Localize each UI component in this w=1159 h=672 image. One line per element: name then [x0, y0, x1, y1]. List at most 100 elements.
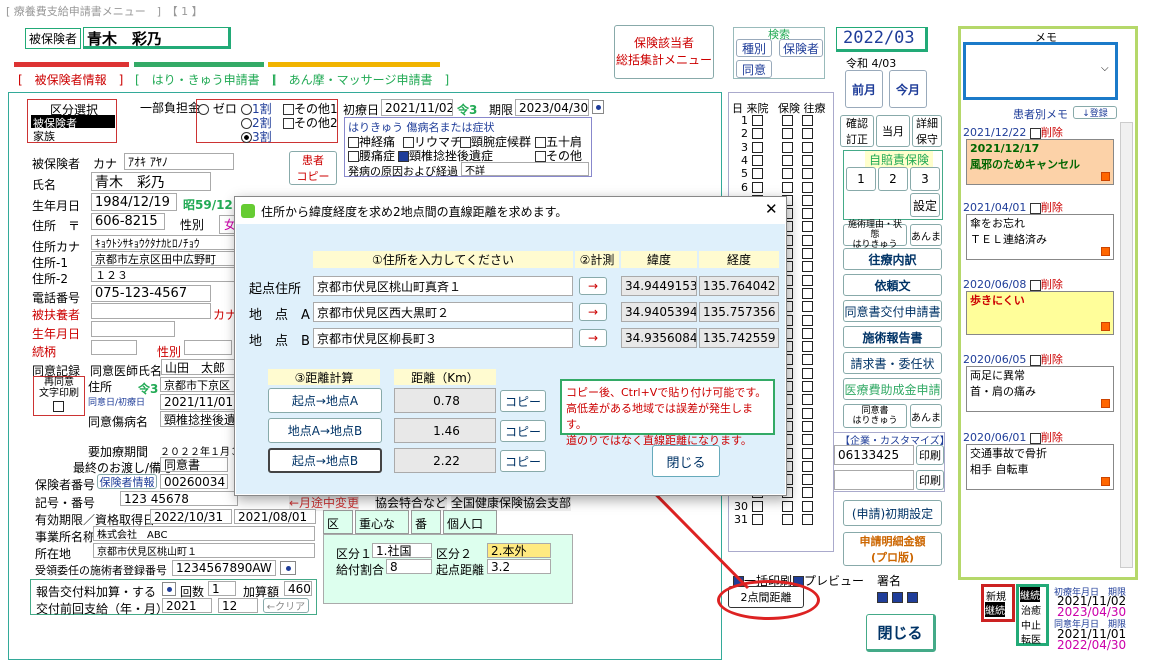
transfer-label[interactable]: 転医: [1021, 631, 1041, 646]
relation-select[interactable]: [91, 340, 137, 355]
day-checkbox[interactable]: [802, 341, 813, 353]
day-checkbox[interactable]: [802, 128, 813, 140]
day-checkbox[interactable]: [782, 115, 793, 126]
day-checkbox[interactable]: [802, 234, 813, 246]
continue2-label[interactable]: 継続: [1020, 587, 1040, 602]
insurer-no-field[interactable]: 00260034: [160, 474, 228, 489]
prev-month-button[interactable]: 前月: [845, 70, 883, 108]
name-field[interactable]: 青木 彩乃: [91, 172, 211, 191]
sign-checkbox-2[interactable]: [891, 592, 903, 603]
print-button-2[interactable]: 印刷: [916, 470, 944, 490]
memo-delete[interactable]: 削除: [1041, 126, 1063, 139]
consent-date-field[interactable]: 2021/11/01: [160, 394, 236, 410]
address-kana-field[interactable]: ｷｮｳﾄｼｻｷｮｳｸﾀﾅｶﾋﾛﾉﾁｮｳ: [91, 235, 235, 250]
initial-setting-button[interactable]: (申請)初期設定: [843, 500, 942, 526]
valid-field-1[interactable]: 2022/10/31: [150, 509, 232, 524]
day-checkbox[interactable]: [802, 434, 813, 446]
cat2-select[interactable]: 2.本外: [487, 543, 551, 558]
confirm-button[interactable]: 確認 訂正: [840, 115, 874, 147]
subtab-kubun[interactable]: 区分: [323, 510, 353, 548]
final-select[interactable]: 同意書: [160, 457, 228, 472]
day-checkbox[interactable]: [802, 487, 813, 499]
memo-item[interactable]: 歩きにくい: [966, 291, 1114, 335]
burden-3[interactable]: 3割: [252, 130, 272, 144]
measure-button[interactable]: →: [579, 303, 607, 321]
memo-delete[interactable]: 削除: [1041, 353, 1063, 366]
day-checkbox[interactable]: [782, 181, 793, 193]
day-checkbox[interactable]: [802, 274, 813, 286]
day-checkbox[interactable]: [802, 407, 813, 419]
day-checkbox[interactable]: [802, 154, 813, 166]
count-select[interactable]: 1: [208, 581, 236, 596]
day-checkbox[interactable]: [802, 261, 813, 273]
day-checkbox[interactable]: [802, 194, 813, 206]
valid-field-2[interactable]: 2021/08/01: [234, 509, 316, 524]
zip-field[interactable]: 606-8215: [91, 213, 165, 230]
reconsent-checkbox[interactable]: [53, 401, 64, 412]
day-checkbox[interactable]: [782, 514, 793, 525]
insurer-summary-button[interactable]: 保険該当者 総括集計メニュー: [614, 25, 714, 79]
day-checkbox[interactable]: [802, 208, 813, 220]
fuyo-field[interactable]: [91, 303, 211, 319]
day-checkbox[interactable]: [802, 314, 813, 326]
practitioner-field[interactable]: 1234567890AW: [172, 560, 276, 576]
day-checkbox[interactable]: [802, 221, 813, 233]
stop-label[interactable]: 中止: [1021, 617, 1041, 632]
birth2-field[interactable]: [91, 321, 175, 337]
print-button-1[interactable]: 印刷: [916, 445, 944, 465]
day-checkbox[interactable]: [802, 420, 813, 432]
day-checkbox[interactable]: [802, 327, 813, 339]
measure-button[interactable]: →: [579, 277, 607, 295]
memo-edit-icon[interactable]: [1101, 172, 1110, 181]
day-checkbox[interactable]: [752, 168, 763, 180]
day-checkbox[interactable]: [802, 447, 813, 459]
location-field[interactable]: 京都市伏見区桃山町１: [93, 543, 315, 558]
period-field[interactable]: 2023/04/30: [515, 99, 589, 116]
memo-item[interactable]: 傘をお忘れ ＴＥＬ連絡済み: [966, 214, 1114, 260]
tab-hari-kyu[interactable]: [ はり・きゅう申請書 ]: [135, 71, 276, 88]
iryohi-button[interactable]: 医療費助成金申請: [843, 378, 942, 400]
day-checkbox[interactable]: [802, 514, 813, 525]
memo-delete-checkbox[interactable]: [1029, 354, 1041, 366]
day-checkbox[interactable]: [752, 154, 763, 166]
tab-insured-info[interactable]: [ 被保険者情報 ]: [18, 71, 123, 88]
copy-button[interactable]: コピー: [500, 390, 546, 412]
day-checkbox[interactable]: [802, 367, 813, 379]
day-checkbox[interactable]: [802, 301, 813, 313]
day-checkbox[interactable]: [802, 115, 813, 126]
new-label[interactable]: 新規: [986, 588, 1006, 603]
memo-edit-icon[interactable]: [1101, 247, 1110, 256]
memo-dropdown-icon[interactable]: ⌵: [1101, 63, 1109, 74]
doui-button[interactable]: 同意書交付申請書: [843, 300, 942, 322]
memo-delete[interactable]: 削除: [1041, 201, 1063, 214]
memo-item[interactable]: 交通事故で骨折 相手 自転車: [966, 444, 1114, 490]
day-checkbox[interactable]: [782, 128, 793, 140]
calc-button[interactable]: 起点→地点A: [268, 388, 382, 413]
day-checkbox[interactable]: [802, 381, 813, 392]
close-main-button[interactable]: 閉じる: [866, 614, 936, 652]
reason-button[interactable]: 施術理由・状態 はりきゅう: [843, 220, 907, 250]
birth-field[interactable]: 1984/12/19: [91, 193, 177, 211]
day-checkbox[interactable]: [802, 181, 813, 193]
other2-checkbox[interactable]: その他2: [294, 116, 338, 130]
memo-scrollbar[interactable]: [1120, 122, 1133, 568]
insurer-info-button[interactable]: 保険者情報: [97, 474, 157, 489]
memo-edit-icon[interactable]: [1101, 322, 1110, 331]
measure-button[interactable]: →: [579, 329, 607, 347]
memo-delete-checkbox[interactable]: [1029, 202, 1041, 214]
address1-field[interactable]: 京都市左京区田中広野町: [91, 251, 235, 266]
clear-button[interactable]: ←クリア: [263, 598, 309, 613]
address-input[interactable]: 京都市伏見区柳長町３: [313, 328, 573, 348]
day-checkbox[interactable]: [802, 168, 813, 180]
memo-delete-checkbox[interactable]: [1029, 279, 1041, 291]
anma2-button[interactable]: あんま: [910, 404, 942, 428]
calc-button[interactable]: 起点→地点B: [268, 448, 382, 473]
start-dist-field[interactable]: 3.2: [487, 559, 551, 574]
memo-delete-checkbox[interactable]: [1029, 432, 1041, 444]
copy-button[interactable]: コピー: [500, 420, 546, 442]
day-checkbox[interactable]: [802, 474, 813, 486]
disease-lumbago[interactable]: 腰痛症: [359, 149, 395, 163]
doui2-button[interactable]: 同意書 はりきゅう: [843, 404, 907, 428]
day-checkbox[interactable]: [782, 141, 793, 153]
day-checkbox[interactable]: [782, 500, 793, 512]
